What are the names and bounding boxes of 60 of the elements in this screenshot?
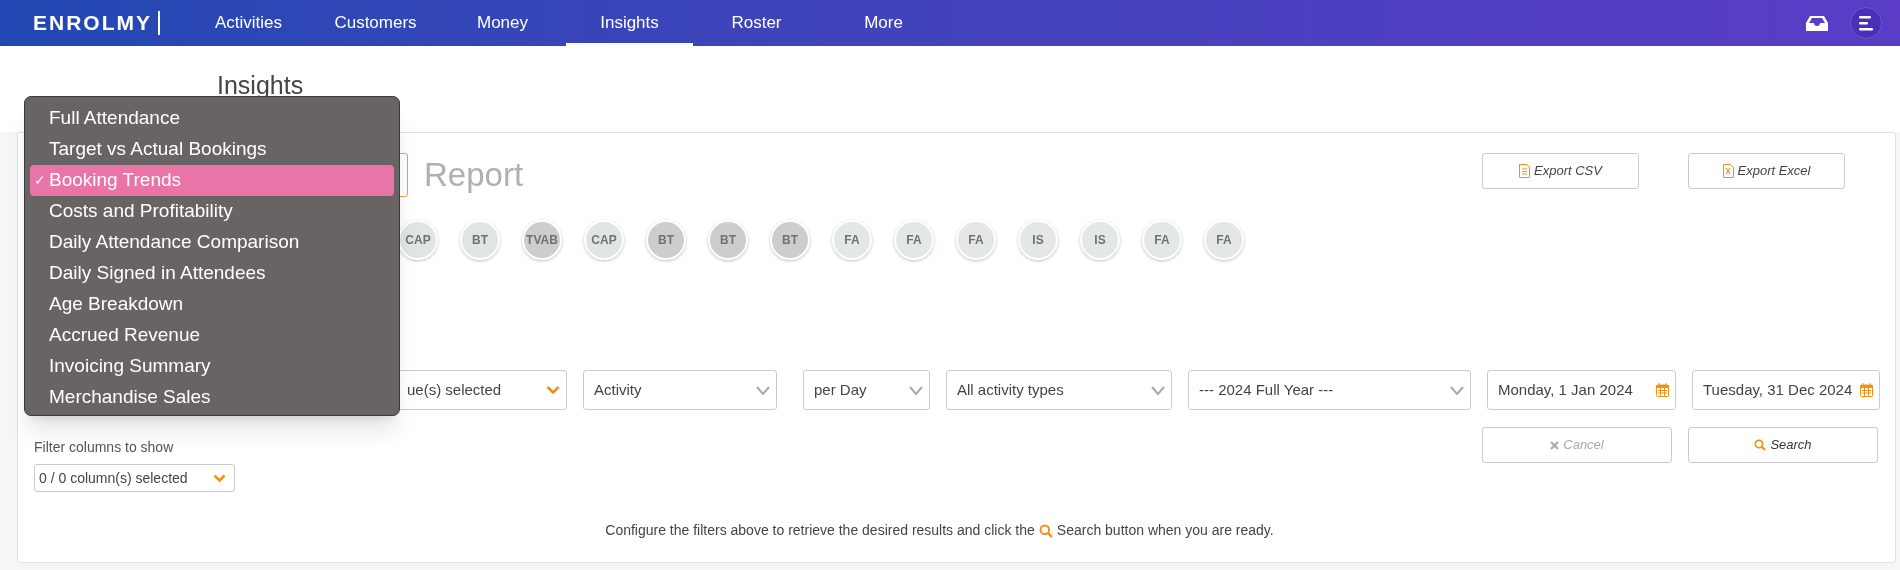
report-chip[interactable]: BT	[460, 220, 500, 260]
select-field[interactable]: --- 2024 Full Year ---	[1188, 370, 1471, 410]
hint-text: Configure the filters above to retrieve the desired results and click the	[605, 521, 1035, 540]
document-icon	[1519, 164, 1531, 178]
menu-item[interactable]: Costs and Profitability	[30, 196, 394, 227]
chevron-down-icon	[1151, 385, 1165, 395]
report-chip[interactable]: FA	[832, 220, 872, 260]
search-button[interactable]: Search	[1688, 427, 1878, 463]
report-chip[interactable]: BT	[770, 220, 810, 260]
hint-text: Search button when you are ready.	[1056, 521, 1274, 540]
report-chip[interactable]: FA	[894, 220, 934, 260]
chevron-down-icon	[909, 385, 923, 395]
close-icon	[1550, 440, 1560, 450]
date-field[interactable]: Monday, 1 Jan 2024	[1487, 370, 1676, 410]
document-icon	[1722, 164, 1734, 178]
nav-tab[interactable]: Roster	[693, 0, 820, 46]
report-chip[interactable]: CAP	[584, 220, 624, 260]
menu-item[interactable]: Age Breakdown	[30, 289, 394, 320]
nav-tab[interactable]: Activities	[185, 0, 312, 46]
report-chip[interactable]: BT	[646, 220, 686, 260]
inbox-icon[interactable]	[1806, 14, 1828, 32]
report-chip[interactable]: FA	[956, 220, 996, 260]
export-button[interactable]: Export CSV	[1482, 153, 1639, 189]
menu-item[interactable]: Target vs Actual Bookings	[30, 134, 394, 165]
report-chip[interactable]: CAP	[398, 220, 438, 260]
menu-item[interactable]: Full Attendance	[30, 103, 394, 134]
calendar-icon	[1656, 383, 1669, 397]
search-icon	[1038, 523, 1053, 538]
menu-item[interactable]: Invoicing Summary	[30, 351, 394, 382]
report-chip[interactable]: TVAB	[522, 220, 562, 260]
menu-item[interactable]: Merchandise Sales	[30, 382, 394, 413]
columns-select[interactable]: 0 / 0 column(s) selected	[34, 464, 235, 492]
page-title: Insights	[217, 70, 305, 100]
select-field[interactable]: All activity types	[946, 370, 1172, 410]
export-button[interactable]: Export Excel	[1688, 153, 1845, 189]
report-chip[interactable]: FA	[1204, 220, 1244, 260]
logo[interactable]: ENROLMY	[33, 7, 152, 39]
date-field[interactable]: Tuesday, 31 Dec 2024	[1692, 370, 1880, 410]
search-icon	[1754, 439, 1767, 451]
report-chip[interactable]: IS	[1018, 220, 1058, 260]
nav-tab[interactable]: More	[820, 0, 947, 46]
menu-icon[interactable]	[1850, 7, 1882, 39]
chevron-down-icon	[756, 385, 770, 395]
check-icon: ✓	[30, 170, 49, 191]
chevron-down-icon	[1450, 385, 1464, 395]
select-field[interactable]: per Day	[803, 370, 930, 410]
chevron-down-icon	[213, 473, 226, 483]
nav-tab[interactable]: Customers	[312, 0, 439, 46]
menu-item[interactable]: Daily Signed in Attendees	[30, 258, 394, 289]
report-chip[interactable]: BT	[708, 220, 748, 260]
select-field[interactable]: Activity	[583, 370, 777, 410]
nav-tab[interactable]: Money	[439, 0, 566, 46]
report-heading: Report	[424, 155, 524, 196]
report-chip[interactable]: IS	[1080, 220, 1120, 260]
menu-item[interactable]: Daily Attendance Comparison	[30, 227, 394, 258]
chevron-down-icon	[546, 385, 560, 395]
report-chip[interactable]: FA	[1142, 220, 1182, 260]
field-label: Filter columns to show	[34, 438, 175, 457]
menu-item[interactable]: Accrued Revenue	[30, 320, 394, 351]
calendar-icon	[1860, 383, 1873, 397]
